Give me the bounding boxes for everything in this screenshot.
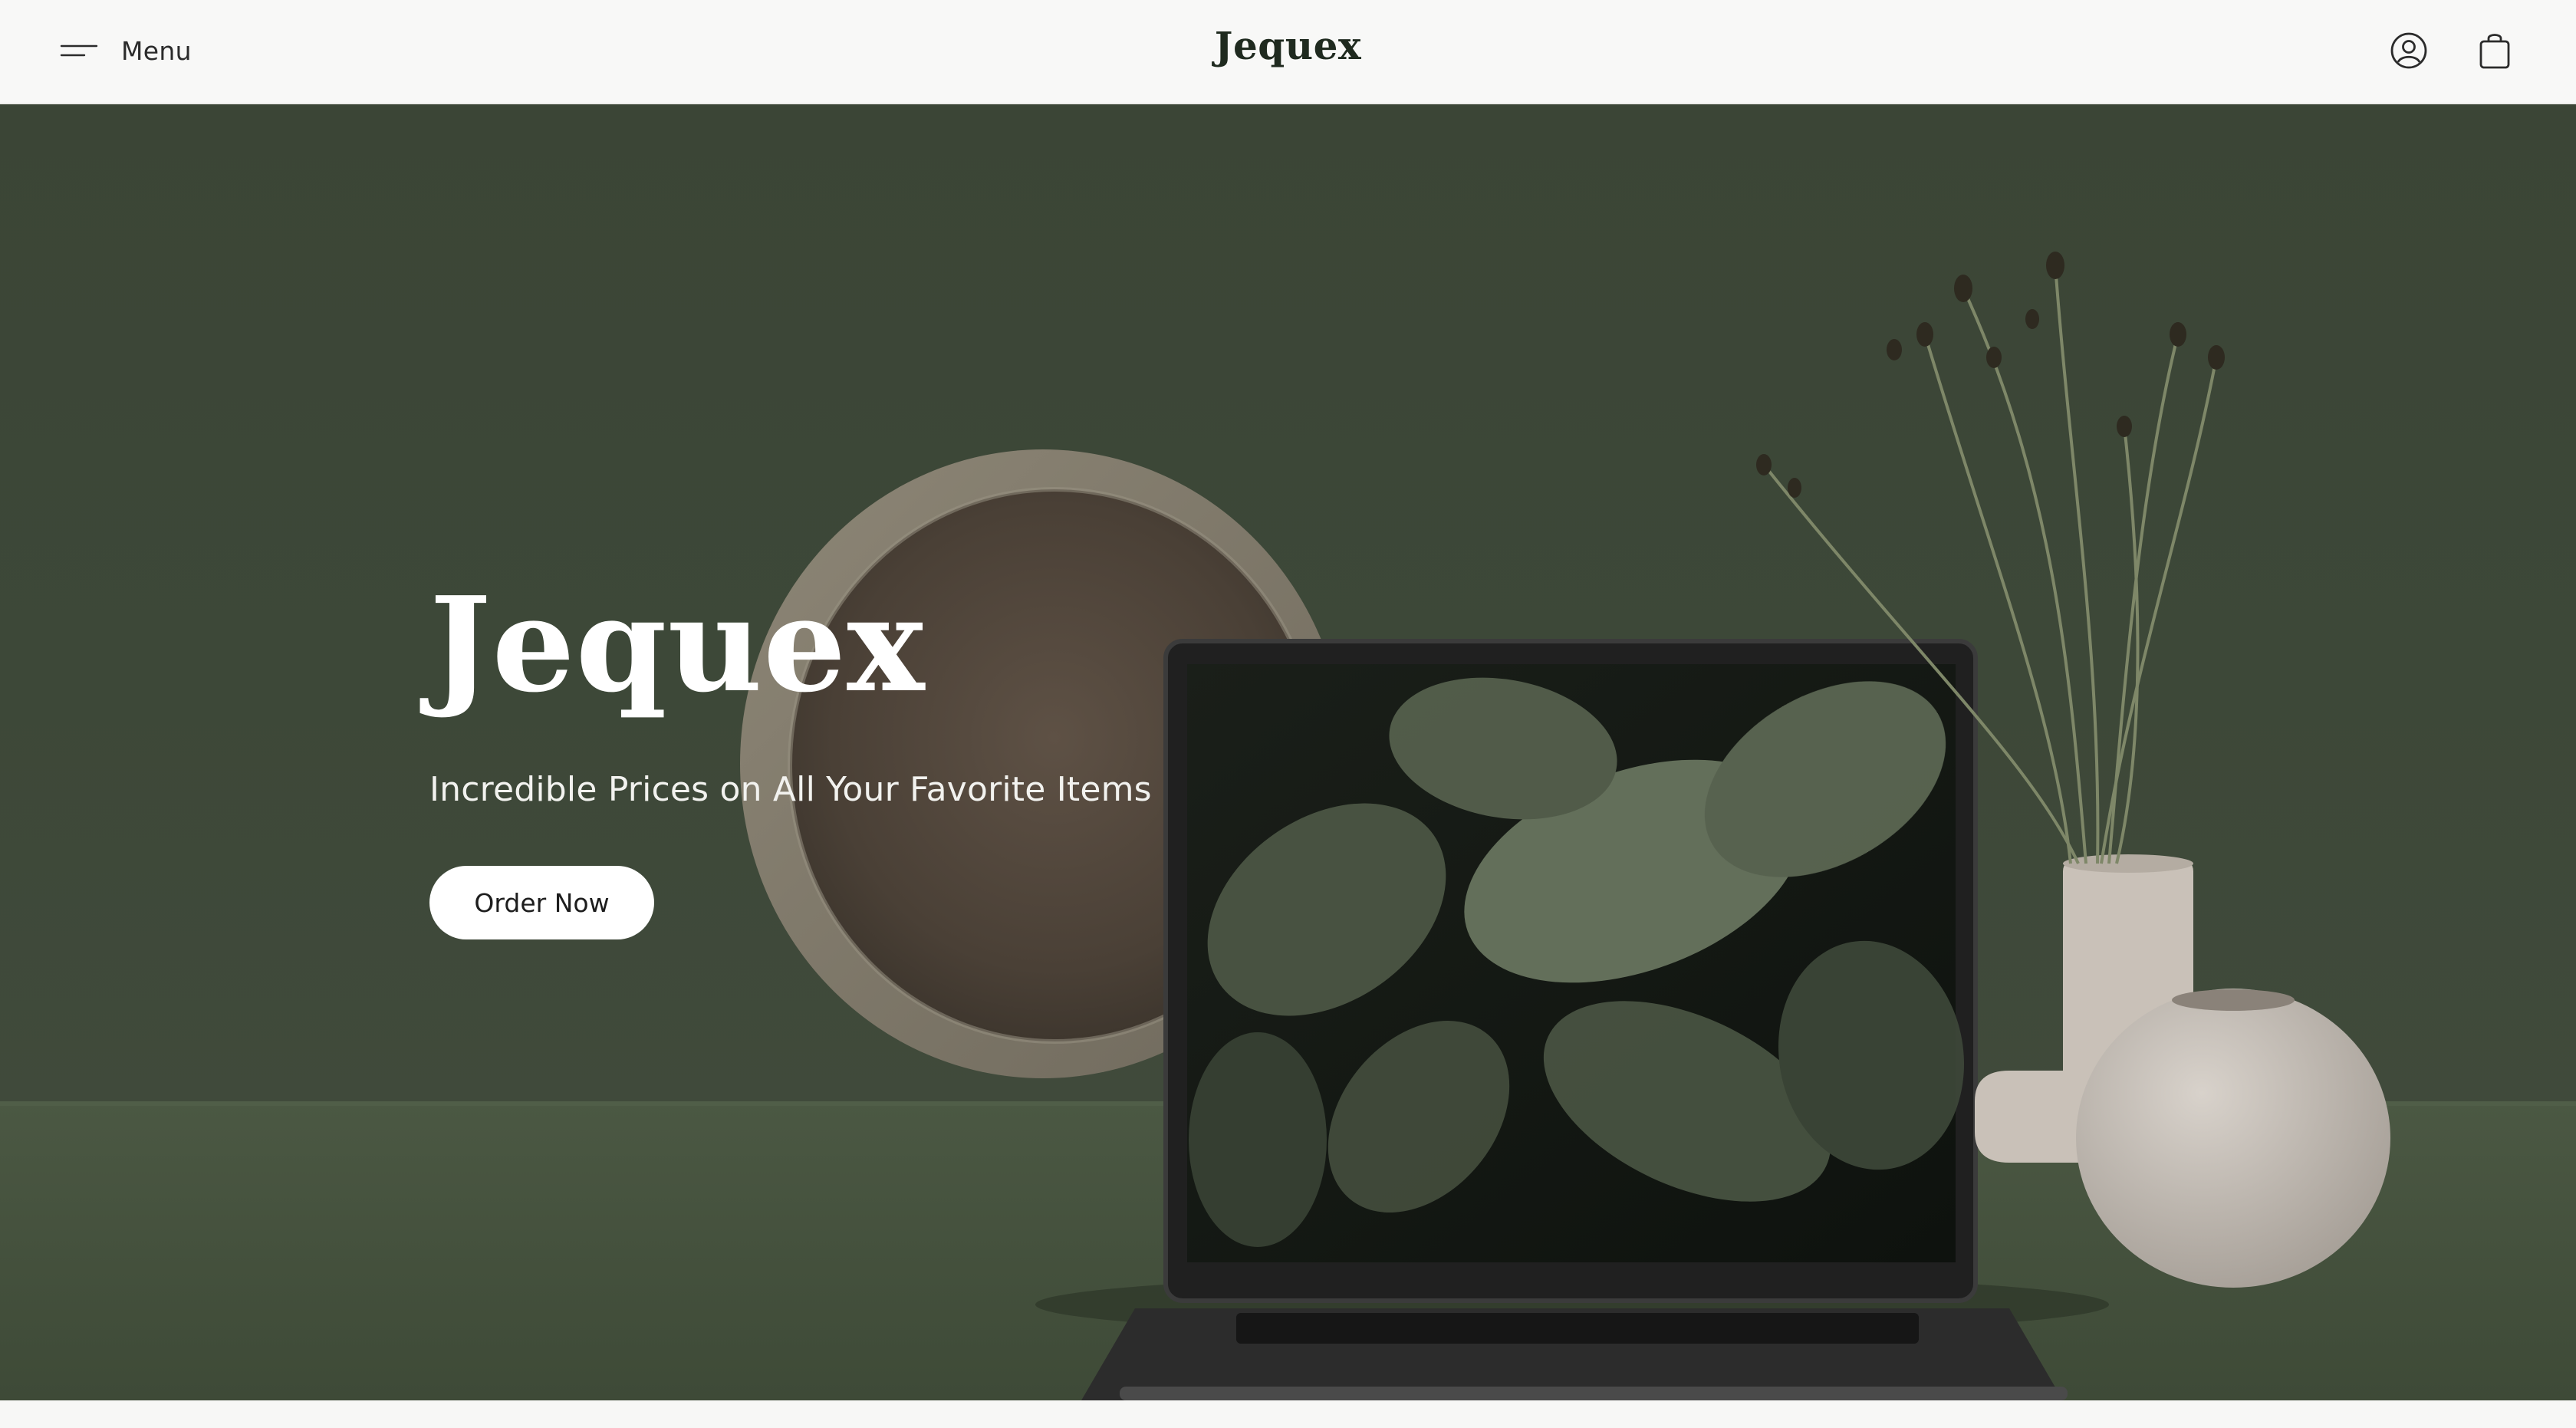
menu-label: Menu [121,35,192,66]
site-logo[interactable]: Jequex [1215,23,1361,68]
hero-title: Jequex [429,568,926,722]
shopping-bag-icon[interactable] [2473,29,2516,72]
hero-background-image [0,252,2576,1400]
menu-icon [60,44,98,57]
menu-button[interactable]: Menu [60,31,192,71]
site-header: Menu Jequex [0,0,2576,104]
page-bottom-strip [0,1400,2576,1428]
hero-content: Jequex Incredible Prices on All Your Fav… [429,580,1152,939]
order-now-button[interactable]: Order Now [429,866,654,939]
account-icon[interactable] [2387,29,2430,72]
hero-subtitle: Incredible Prices on All Your Favorite I… [429,770,1152,809]
hero-banner: Jequex Incredible Prices on All Your Fav… [0,104,2576,1400]
header-actions [2387,29,2516,72]
site-logo-wrapper: Jequex [0,23,2576,68]
